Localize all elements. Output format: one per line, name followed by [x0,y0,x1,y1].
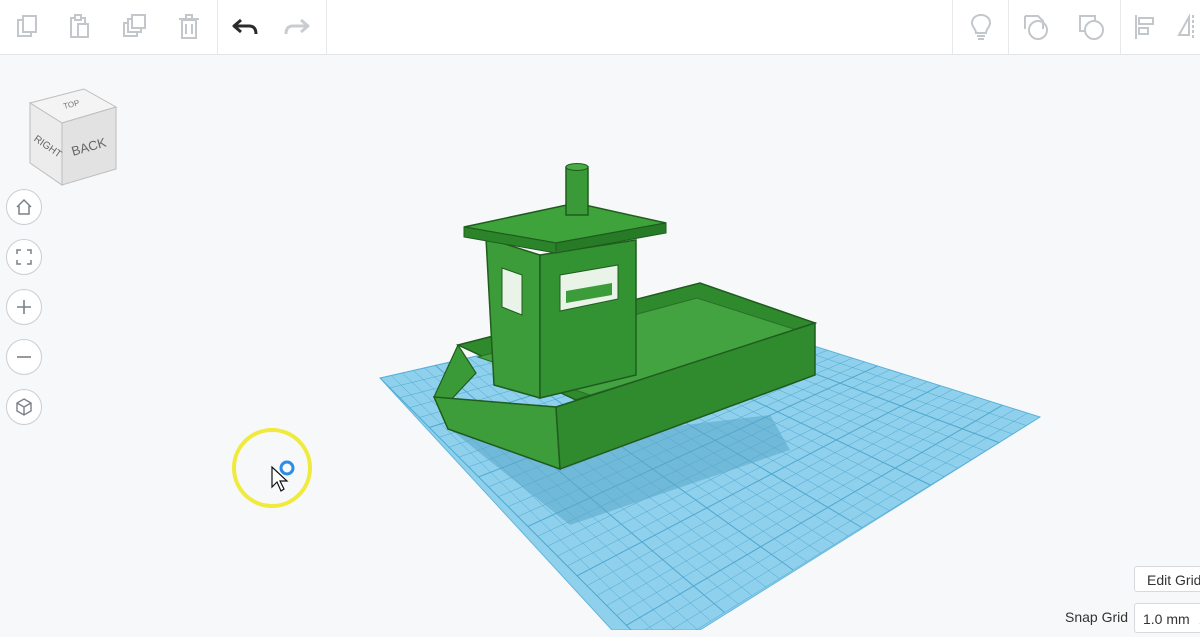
shape-solid-icon [1079,15,1104,40]
align-button[interactable] [1122,4,1168,50]
scene-canvas [232,163,1042,630]
mouse-pointer-icon [271,465,289,492]
toolbar-divider [326,0,327,54]
top-toolbar [0,0,1200,55]
redo-icon [284,18,310,35]
lightbulb-icon [970,13,992,40]
boat-chimney [565,166,589,216]
delete-icon [179,14,199,39]
undo-icon [232,18,258,35]
duplicate-button[interactable] [112,4,158,50]
solid-shape-button[interactable] [1068,4,1114,50]
mirror-button[interactable] [1168,4,1200,50]
align-icon [1135,15,1154,39]
workplane-viewport[interactable]: TOP RIGHT BACK [0,55,1200,630]
paste-icon [70,14,89,38]
snap-grid-select[interactable]: 1.0 mm ▲ [1134,603,1200,633]
boat-cabin-front [539,239,637,399]
toolbar-divider [952,0,953,54]
click-indicator [279,460,295,476]
toolbar-divider [217,0,218,54]
duplicate-icon [123,14,146,37]
boat-cabin-left [485,236,541,399]
boat-window-side [501,267,523,316]
toolbar-divider [1120,0,1121,54]
copy-icon [17,15,37,37]
notes-button[interactable] [958,4,1004,50]
undo-button[interactable] [222,4,268,50]
copy-button[interactable] [4,4,50,50]
hole-shape-button[interactable] [1013,4,1059,50]
mirror-icon [1177,13,1194,39]
boat-chimney-top [565,163,589,171]
paste-button[interactable] [56,4,102,50]
toolbar-divider [1008,0,1009,54]
snap-grid-label: Snap Grid [1065,609,1129,625]
shape-outline-icon [1024,15,1048,40]
snap-grid-value: 1.0 mm [1143,611,1190,627]
delete-button[interactable] [166,4,212,50]
redo-button[interactable] [274,4,320,50]
edit-grid-button[interactable]: Edit Grid [1134,566,1200,592]
